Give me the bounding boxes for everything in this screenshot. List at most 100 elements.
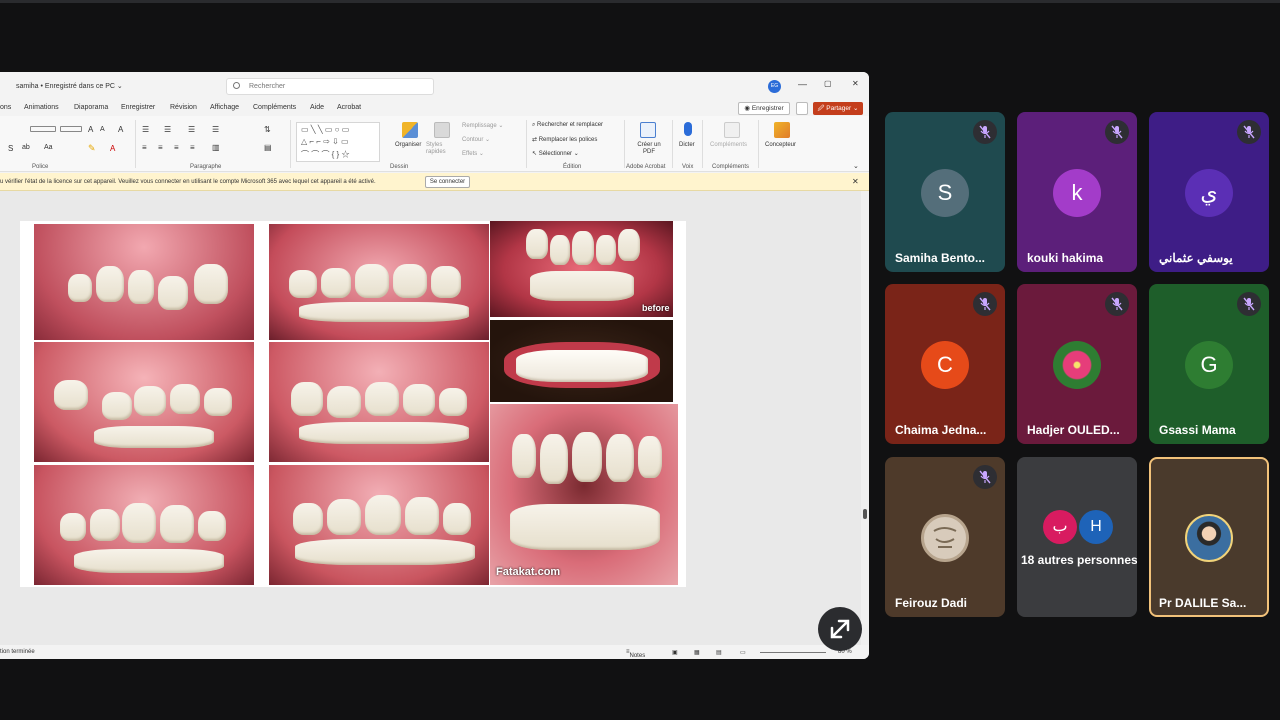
font-size-box[interactable] xyxy=(60,126,82,132)
grow-font-icon[interactable]: A xyxy=(88,125,93,134)
arrange-icon[interactable] xyxy=(402,122,418,138)
align-center-icon[interactable]: ≡ xyxy=(158,143,163,152)
dictate-icon[interactable] xyxy=(684,122,692,136)
teeth-photo-before[interactable]: before xyxy=(490,221,673,317)
tab-animations[interactable]: Animations xyxy=(24,104,59,111)
tab-aide[interactable]: Aide xyxy=(310,104,324,111)
teeth-photo-2[interactable] xyxy=(34,342,254,462)
clear-format-icon[interactable]: A xyxy=(118,125,123,134)
shrink-font-icon[interactable]: A xyxy=(100,126,105,133)
teeth-photo-4[interactable] xyxy=(269,224,489,340)
replace-fonts-label: Remplacer les polices xyxy=(538,137,598,143)
tab-complements[interactable]: Compléments xyxy=(253,104,296,111)
case-icon[interactable]: Aa xyxy=(44,144,53,151)
group-edition: Édition xyxy=(563,164,582,170)
designer-icon[interactable] xyxy=(774,122,790,138)
replace-fonts-button[interactable]: ⇄ Remplacer les polices xyxy=(532,136,597,143)
strikethrough-icon[interactable]: S xyxy=(8,144,13,153)
teeth-photo-5[interactable] xyxy=(269,342,489,462)
participant-name: kouki hakima xyxy=(1027,251,1104,265)
addins-icon[interactable] xyxy=(724,122,740,138)
participant-tile[interactable]: Hadjer OULED... xyxy=(1017,284,1137,444)
participant-tile[interactable]: G Gsassi Mama xyxy=(1149,284,1269,444)
numbering-icon[interactable]: ☰ xyxy=(164,125,171,134)
tab-affichage[interactable]: Affichage xyxy=(210,104,239,111)
shapes-gallery[interactable]: ▭ ╲ ╲ ▭ ○ ▭ △ ⌐ ⌐ ⇨ ⇩ ▭ ⌒ ⌒ ⌒ { } ☆ xyxy=(296,122,380,162)
create-pdf-icon[interactable] xyxy=(640,122,656,138)
teeth-photo-6[interactable] xyxy=(269,465,489,585)
highlight-icon[interactable]: ✎ xyxy=(88,143,96,154)
fill-menu[interactable]: Remplissage ⌄ xyxy=(462,122,503,129)
bullets-icon[interactable]: ☰ xyxy=(142,125,149,134)
before-caption: before xyxy=(642,303,670,313)
outline-menu[interactable]: Contour ⌄ xyxy=(462,136,490,143)
reading-view-icon[interactable]: ▤ xyxy=(716,649,722,656)
tab-enregistrer[interactable]: Enregistrer xyxy=(121,104,155,111)
slide-sorter-icon[interactable]: ▦ xyxy=(694,649,700,656)
tab-diaporama[interactable]: Diaporama xyxy=(74,104,108,111)
vertical-scrollbar[interactable] xyxy=(861,191,869,645)
justify-icon[interactable]: ≡ xyxy=(190,143,195,152)
participant-avatar: H xyxy=(1079,510,1113,544)
quick-styles-icon[interactable] xyxy=(434,122,450,138)
select-button[interactable]: ↖ Sélectionner ⌄ xyxy=(532,150,579,157)
search-box[interactable]: Rechercher xyxy=(226,78,434,95)
addins-label[interactable]: Compléments xyxy=(710,142,747,148)
indent-icon[interactable]: ☰ xyxy=(188,125,195,134)
quick-styles-label[interactable]: Styles rapides xyxy=(426,142,456,156)
align-left-icon[interactable]: ≡ xyxy=(142,143,147,152)
teeth-photo-after[interactable]: Fatakat.com xyxy=(490,404,678,585)
participant-tile[interactable]: k kouki hakima xyxy=(1017,112,1137,272)
teeth-photo-smile[interactable] xyxy=(490,320,673,402)
tab-revision[interactable]: Révision xyxy=(170,104,197,111)
notes-button[interactable]: ≡ Notes xyxy=(626,649,645,659)
participant-avatar: G xyxy=(1185,341,1233,389)
normal-view-icon[interactable]: ▣ xyxy=(672,649,678,656)
document-title[interactable]: samiha • Enregistré dans ce PC ⌄ xyxy=(16,82,123,90)
participant-tile[interactable]: S Samiha Bento... xyxy=(885,112,1005,272)
minimize-button[interactable]: — xyxy=(798,79,807,89)
participant-name: Hadjer OULED... xyxy=(1027,423,1120,437)
tab-acrobat[interactable]: Acrobat xyxy=(337,104,361,111)
arrange-label[interactable]: Organiser xyxy=(395,142,421,148)
text-direction-icon[interactable]: ⇅ xyxy=(264,125,271,134)
sign-in-button[interactable]: Se connecter xyxy=(425,176,470,188)
participant-name: Feirouz Dadi xyxy=(895,596,968,610)
effects-menu[interactable]: Effets ⌄ xyxy=(462,150,484,157)
participant-tile[interactable]: Feirouz Dadi xyxy=(885,457,1005,617)
close-button[interactable]: ✕ xyxy=(852,79,859,88)
line-spacing-icon[interactable]: ☰ xyxy=(212,125,219,134)
others-tile[interactable]: ب H 18 autres personnes xyxy=(1017,457,1137,617)
spacing-icon[interactable]: ab xyxy=(22,144,30,151)
license-warning-bar: u vérifier l'état de la licence sur cet … xyxy=(0,173,869,191)
dictate-label[interactable]: Dicter xyxy=(679,142,695,148)
font-color-icon[interactable]: A xyxy=(110,144,115,153)
scrollbar-thumb[interactable] xyxy=(863,509,867,519)
slide[interactable]: before Fatakat.com xyxy=(20,221,686,587)
align-right-icon[interactable]: ≡ xyxy=(174,143,179,152)
dismiss-warning-icon[interactable]: ✕ xyxy=(852,177,859,186)
slide-editor-canvas[interactable]: before Fatakat.com xyxy=(0,191,861,645)
designer-label[interactable]: Concepteur xyxy=(765,142,796,148)
slideshow-icon[interactable]: ▭ xyxy=(740,649,746,656)
teeth-photo-3[interactable] xyxy=(34,465,254,585)
share-button[interactable]: 🖉 Partager ⌄ xyxy=(813,102,863,115)
create-pdf-label[interactable]: Créer un PDF xyxy=(637,142,661,156)
align-text-icon[interactable]: ▤ xyxy=(264,143,272,152)
participant-tile[interactable]: ي يوسفي عثماني xyxy=(1149,112,1269,272)
tab-insertions[interactable]: ons xyxy=(0,104,11,111)
font-name-box[interactable] xyxy=(30,126,56,132)
maximize-button[interactable]: ▢ xyxy=(824,79,832,88)
user-avatar[interactable]: EG xyxy=(768,80,781,93)
zoom-slider[interactable] xyxy=(760,652,826,653)
ribbon-collapse-icon[interactable]: ⌄ xyxy=(853,162,859,170)
active-speaker-tile[interactable]: Pr DALILE Sa... xyxy=(1149,457,1269,617)
record-button[interactable]: ◉ Enregistrer xyxy=(738,102,790,115)
mic-muted-icon xyxy=(973,465,997,489)
comments-button[interactable] xyxy=(796,102,808,115)
columns-icon[interactable]: ▥ xyxy=(212,143,220,152)
expand-screen-button[interactable] xyxy=(818,607,862,651)
participant-tile[interactable]: C Chaima Jedna... xyxy=(885,284,1005,444)
teeth-photo-1[interactable] xyxy=(34,224,254,340)
find-replace-button[interactable]: ⌕ Rechercher et remplacer xyxy=(532,122,603,129)
